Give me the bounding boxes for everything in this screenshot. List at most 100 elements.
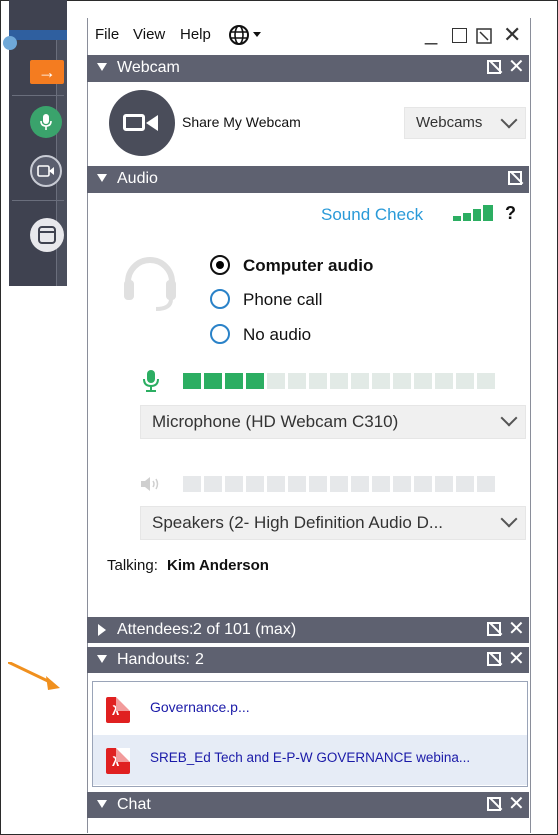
attendees-section-title: Attendees:	[117, 621, 194, 638]
phone-call-label[interactable]: Phone call	[243, 290, 322, 310]
computer-audio-radio[interactable]	[210, 255, 230, 275]
audio-section-header[interactable]: Audio	[87, 166, 529, 193]
level-segment	[351, 476, 369, 492]
microphone-dropdown-label: Microphone (HD Webcam C310)	[152, 412, 399, 431]
level-segment	[246, 373, 264, 389]
level-segment	[288, 476, 306, 492]
talking-label: Talking:	[107, 557, 158, 574]
microphone-icon	[143, 370, 159, 392]
pdf-icon: λ	[106, 748, 130, 774]
detach-button[interactable]	[476, 28, 492, 44]
webcam-section-header[interactable]: Webcam ✕	[87, 55, 529, 82]
speakers-dropdown[interactable]: Speakers (2- High Definition Audio D...	[140, 506, 526, 540]
level-segment	[246, 476, 264, 492]
microphone-button[interactable]	[30, 106, 62, 138]
status-indicator	[3, 36, 17, 50]
window-icon	[38, 226, 56, 244]
webcam-section-title: Webcam	[117, 59, 180, 76]
level-segment	[330, 373, 348, 389]
globe-icon	[229, 25, 261, 45]
share-webcam-button[interactable]	[109, 90, 175, 156]
detach-icon	[476, 28, 492, 44]
handouts-list: λ Governance.p... λ SREB_Ed Tech and E-P…	[92, 681, 528, 787]
attendees-section-header[interactable]: Attendees: 2 of 101 (max) ✕	[87, 617, 529, 643]
level-segment	[456, 476, 474, 492]
no-audio-radio[interactable]	[210, 324, 230, 344]
level-segment	[309, 373, 327, 389]
level-segment	[435, 476, 453, 492]
list-item[interactable]: λ SREB_Ed Tech and E-P-W GOVERNANCE webi…	[93, 735, 527, 785]
expand-icon	[98, 624, 106, 636]
menu-help[interactable]: Help	[180, 26, 211, 43]
toolbar-divider	[12, 200, 64, 201]
annotation-arrow-icon	[8, 662, 60, 690]
handouts-count: 2	[195, 651, 204, 668]
chat-section-title: Chat	[117, 796, 151, 813]
level-segment	[351, 373, 369, 389]
expand-arrow-button[interactable]: →	[30, 60, 64, 84]
toolbar-divider	[12, 95, 64, 96]
popout-icon[interactable]	[487, 652, 501, 666]
level-segment	[204, 476, 222, 492]
headset-icon	[124, 257, 176, 311]
level-segment	[372, 476, 390, 492]
level-segment	[456, 373, 474, 389]
chevron-down-icon	[500, 409, 518, 427]
close-button[interactable]: ✕	[503, 22, 521, 48]
level-segment	[267, 476, 285, 492]
sound-check-link[interactable]: Sound Check	[321, 205, 423, 225]
help-icon[interactable]: ?	[505, 203, 516, 224]
popout-icon[interactable]	[487, 60, 501, 74]
close-icon[interactable]: ✕	[508, 56, 525, 78]
level-segment	[183, 373, 201, 389]
microphone-level-meter	[183, 373, 495, 389]
language-menu[interactable]	[228, 24, 264, 46]
popout-icon[interactable]	[487, 622, 501, 636]
level-segment	[414, 476, 432, 492]
popout-icon[interactable]	[508, 171, 522, 185]
list-item[interactable]: λ Governance.p...	[93, 684, 527, 734]
minimize-button[interactable]: _	[425, 20, 437, 46]
level-segment	[393, 373, 411, 389]
arrow-right-icon: →	[38, 61, 56, 82]
level-segment	[309, 476, 327, 492]
level-segment	[330, 476, 348, 492]
webcam-icon	[37, 165, 54, 177]
handouts-section-header[interactable]: Handouts: 2 ✕	[87, 647, 529, 673]
handout-file-name[interactable]: SREB_Ed Tech and E-P-W GOVERNANCE webina…	[150, 750, 470, 765]
close-icon[interactable]: ✕	[508, 618, 525, 640]
handout-file-name[interactable]: Governance.p...	[150, 699, 250, 715]
microphone-icon	[40, 114, 52, 130]
speaker-level-meter	[183, 476, 495, 492]
handouts-section-title: Handouts:	[117, 651, 190, 668]
level-segment	[225, 476, 243, 492]
pdf-icon: λ	[106, 697, 130, 723]
level-segment	[372, 373, 390, 389]
webcams-dropdown[interactable]: Webcams	[404, 107, 526, 139]
chat-section-header[interactable]: Chat ✕	[87, 792, 529, 818]
menu-view[interactable]: View	[133, 26, 165, 43]
left-toolbar-titlebar	[9, 30, 67, 40]
webcam-button[interactable]	[30, 155, 62, 187]
microphone-dropdown[interactable]: Microphone (HD Webcam C310)	[140, 405, 526, 439]
level-segment	[435, 373, 453, 389]
level-segment	[477, 476, 495, 492]
level-segment	[183, 476, 201, 492]
computer-audio-label[interactable]: Computer audio	[243, 256, 373, 276]
close-icon[interactable]: ✕	[508, 648, 525, 670]
no-audio-label[interactable]: No audio	[243, 325, 311, 345]
level-segment	[288, 373, 306, 389]
collapse-icon	[97, 174, 107, 182]
collapse-icon	[97, 800, 107, 808]
level-segment	[393, 476, 411, 492]
chevron-down-icon	[500, 510, 518, 528]
close-icon[interactable]: ✕	[508, 793, 525, 815]
popout-icon[interactable]	[487, 797, 501, 811]
window-layout-button[interactable]	[30, 218, 64, 252]
menu-file[interactable]: File	[95, 26, 119, 43]
webcam-lens-icon	[146, 115, 158, 131]
phone-call-radio[interactable]	[210, 289, 230, 309]
maximize-button[interactable]	[452, 28, 467, 43]
attendees-count: 2 of 101 (max)	[193, 621, 297, 638]
audio-section-title: Audio	[117, 170, 158, 187]
